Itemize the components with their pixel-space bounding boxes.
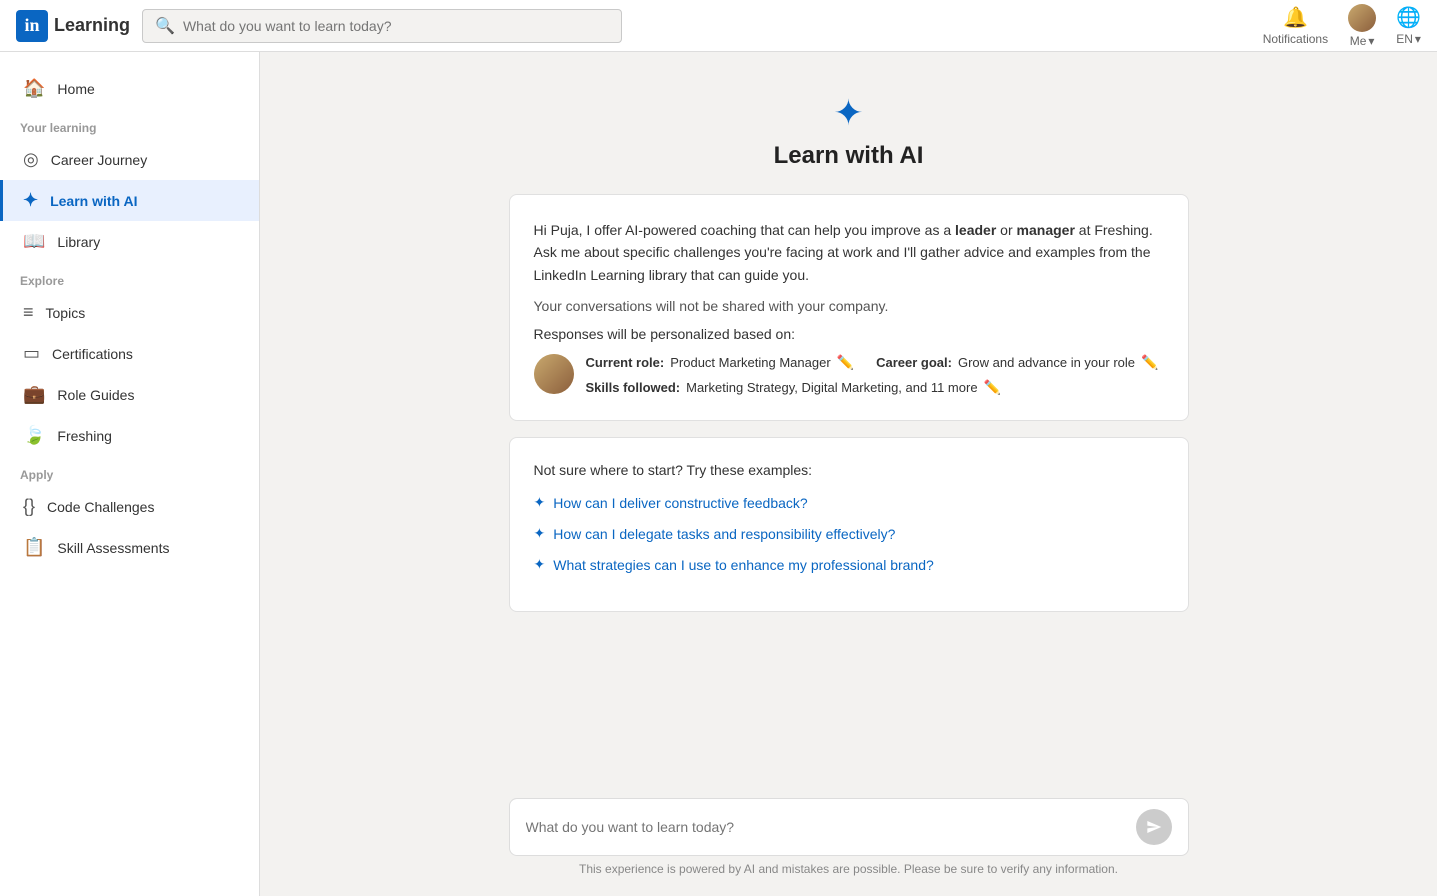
logo-text: Learning <box>54 15 130 36</box>
user-avatar <box>1348 4 1376 32</box>
user-avatar-small <box>534 354 574 394</box>
sidebar-home-label: Home <box>57 81 94 97</box>
linkedin-logo: in <box>16 10 48 42</box>
examples-intro: Not sure where to start? Try these examp… <box>534 462 1164 478</box>
layout: 🏠 Home Your learning ◎ Career Journey ✦ … <box>0 52 1437 896</box>
sidebar-skill-assessments-label: Skill Assessments <box>57 540 169 556</box>
career-goal-value: Grow and advance in your role <box>958 355 1135 370</box>
skills-field: Skills followed: Marketing Strategy, Dig… <box>586 379 1159 396</box>
intro-card: Hi Puja, I offer AI-powered coaching tha… <box>509 194 1189 421</box>
section-label-explore: Explore <box>0 262 259 292</box>
sidebar-item-topics[interactable]: ≡ Topics <box>0 292 259 333</box>
profile-details: Current role: Product Marketing Manager … <box>586 354 1159 396</box>
example-link-2[interactable]: ✦ How can I delegate tasks and responsib… <box>534 525 1164 542</box>
search-input[interactable] <box>183 18 609 34</box>
example-1-text: How can I deliver constructive feedback? <box>553 495 807 511</box>
avatar-image <box>534 354 574 394</box>
freshing-icon: 🍃 <box>23 425 45 446</box>
sidebar-item-freshing[interactable]: 🍃 Freshing <box>0 415 259 456</box>
library-icon: 📖 <box>23 231 45 252</box>
sidebar-freshing-label: Freshing <box>57 428 111 444</box>
example-2-text: How can I delegate tasks and responsibil… <box>553 526 895 542</box>
me-menu[interactable]: Me ▾ <box>1348 4 1376 48</box>
bold-leader: leader <box>955 222 996 238</box>
current-role-label: Current role: <box>586 355 665 370</box>
sidebar-role-guides-label: Role Guides <box>57 387 134 403</box>
search-bar[interactable]: 🔍 <box>142 9 622 43</box>
sidebar-topics-label: Topics <box>46 305 86 321</box>
page-title: Learn with AI <box>774 142 924 170</box>
topics-icon: ≡ <box>23 302 34 323</box>
lang-label: EN ▾ <box>1396 32 1421 46</box>
sidebar-learn-with-ai-label: Learn with AI <box>50 193 137 209</box>
sidebar-code-challenges-label: Code Challenges <box>47 499 154 515</box>
send-icon <box>1146 819 1162 835</box>
examples-card: Not sure where to start? Try these examp… <box>509 437 1189 612</box>
main-content: ✦ Learn with AI Hi Puja, I offer AI-powe… <box>260 52 1437 896</box>
search-icon: 🔍 <box>155 16 175 36</box>
example-link-1[interactable]: ✦ How can I deliver constructive feedbac… <box>534 494 1164 511</box>
logo-area[interactable]: in Learning <box>16 10 130 42</box>
skill-assessments-icon: 📋 <box>23 537 45 558</box>
sidebar: 🏠 Home Your learning ◎ Career Journey ✦ … <box>0 52 260 896</box>
edit-skills-icon[interactable]: ✏️ <box>984 379 1001 396</box>
code-challenges-icon: {} <box>23 496 35 517</box>
chat-input[interactable] <box>526 819 1128 835</box>
sidebar-item-role-guides[interactable]: 💼 Role Guides <box>0 374 259 415</box>
current-role-field: Current role: Product Marketing Manager … <box>586 354 1159 371</box>
example-star-3: ✦ <box>534 556 546 573</box>
sidebar-library-label: Library <box>57 234 100 250</box>
disclaimer-text: This experience is powered by AI and mis… <box>579 862 1118 876</box>
bell-icon: 🔔 <box>1283 5 1308 30</box>
top-navigation: in Learning 🔍 🔔 Notifications Me ▾ 🌐 EN … <box>0 0 1437 52</box>
me-label: Me ▾ <box>1350 34 1375 48</box>
intro-or: or <box>996 222 1016 238</box>
section-label-apply: Apply <box>0 456 259 486</box>
bold-manager: manager <box>1017 222 1075 238</box>
sidebar-certifications-label: Certifications <box>52 346 133 362</box>
example-link-3[interactable]: ✦ What strategies can I use to enhance m… <box>534 556 1164 573</box>
send-button[interactable] <box>1136 809 1172 845</box>
skills-label: Skills followed: <box>586 380 681 395</box>
sidebar-item-code-challenges[interactable]: {} Code Challenges <box>0 486 259 527</box>
profile-row: Current role: Product Marketing Manager … <box>534 354 1164 396</box>
ai-star-icon: ✦ <box>23 190 38 211</box>
role-guides-icon: 💼 <box>23 384 45 405</box>
sidebar-item-skill-assessments[interactable]: 📋 Skill Assessments <box>0 527 259 568</box>
nav-right: 🔔 Notifications Me ▾ 🌐 EN ▾ <box>1263 4 1421 48</box>
sidebar-item-career-journey[interactable]: ◎ Career Journey <box>0 139 259 180</box>
chat-input-area: This experience is powered by AI and mis… <box>260 786 1437 896</box>
notifications-label: Notifications <box>1263 32 1328 46</box>
edit-goal-icon[interactable]: ✏️ <box>1141 354 1158 371</box>
certifications-icon: ▭ <box>23 343 40 364</box>
sidebar-career-journey-label: Career Journey <box>51 152 148 168</box>
current-role-value: Product Marketing Manager <box>670 355 830 370</box>
career-journey-icon: ◎ <box>23 149 39 170</box>
privacy-note: Your conversations will not be shared wi… <box>534 298 1164 314</box>
home-icon: 🏠 <box>23 78 45 99</box>
intro-paragraph-1: Hi Puja, I offer AI-powered coaching tha… <box>534 219 1164 286</box>
example-star-2: ✦ <box>534 525 546 542</box>
sidebar-item-learn-with-ai[interactable]: ✦ Learn with AI <box>0 180 259 221</box>
ai-star-large-icon: ✦ <box>833 92 863 134</box>
sidebar-item-library[interactable]: 📖 Library <box>0 221 259 262</box>
edit-role-icon[interactable]: ✏️ <box>837 354 854 371</box>
page-header: ✦ Learn with AI <box>774 92 924 170</box>
language-menu[interactable]: 🌐 EN ▾ <box>1396 5 1421 46</box>
notifications-button[interactable]: 🔔 Notifications <box>1263 5 1328 46</box>
example-3-text: What strategies can I use to enhance my … <box>553 557 934 573</box>
example-star-1: ✦ <box>534 494 546 511</box>
section-label-your-learning: Your learning <box>0 109 259 139</box>
sidebar-item-certifications[interactable]: ▭ Certifications <box>0 333 259 374</box>
globe-icon: 🌐 <box>1396 5 1421 30</box>
sidebar-item-home[interactable]: 🏠 Home <box>0 68 259 109</box>
career-goal-label: Career goal: <box>876 355 952 370</box>
personalization-label: Responses will be personalized based on: <box>534 326 1164 342</box>
skills-value: Marketing Strategy, Digital Marketing, a… <box>686 380 977 395</box>
chat-input-row <box>509 798 1189 856</box>
